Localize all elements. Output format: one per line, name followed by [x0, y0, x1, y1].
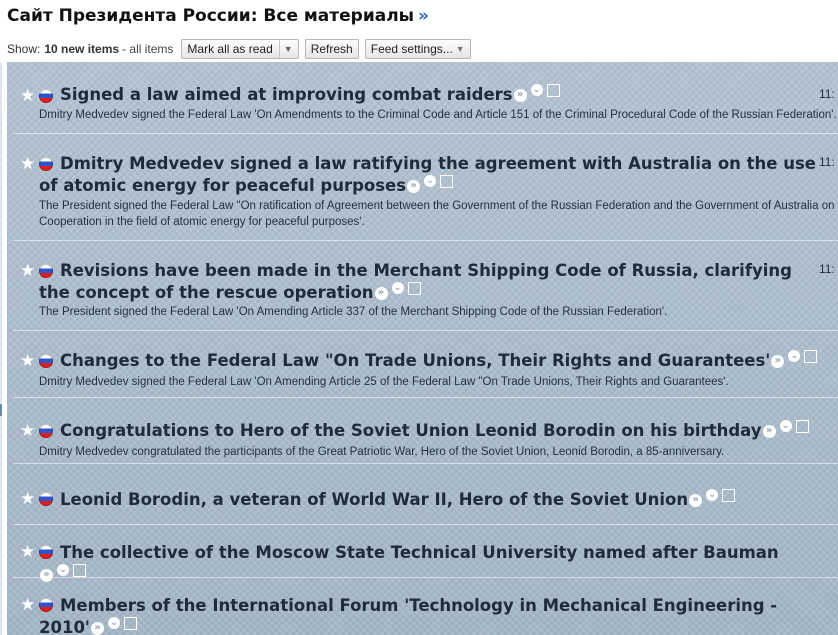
refresh-label: Refresh: [310, 42, 353, 56]
list-item[interactable]: ★ Dmitry Medvedev signed a law ratifying…: [7, 134, 838, 241]
item-time: 11:: [819, 87, 835, 101]
checkbox-icon[interactable]: [722, 489, 736, 502]
item-title-text[interactable]: Leonid Borodin, a veteran of World War I…: [60, 490, 688, 509]
item-snippet: Dmitry Medvedev congratulated the partic…: [39, 446, 725, 458]
mark-all-read-label: Mark all as read: [187, 42, 273, 56]
chevron-down-icon[interactable]: ⌄: [57, 564, 69, 576]
chevron-down-icon[interactable]: ⌄: [107, 617, 120, 629]
checkbox-icon[interactable]: [795, 420, 809, 433]
item-time: 11:: [819, 155, 835, 169]
show-label: Show:: [7, 42, 41, 56]
feed-settings-label: Feed settings...: [370, 42, 453, 56]
list-item[interactable]: ★ Changes to the Federal Law "On Trade U…: [7, 331, 838, 398]
new-items-filter[interactable]: 10 new items: [44, 42, 119, 56]
refresh-button[interactable]: Refresh: [304, 39, 359, 59]
more-icon[interactable]: »: [90, 622, 104, 635]
item-title[interactable]: Revisions have been made in the Merchant…: [39, 260, 819, 304]
item-title[interactable]: Changes to the Federal Law "On Trade Uni…: [39, 350, 819, 372]
list-item[interactable]: ★ Members of the International Forum 'Te…: [7, 578, 838, 635]
star-icon[interactable]: ★: [20, 490, 35, 507]
left-border: [0, 62, 2, 635]
star-icon[interactable]: ★: [20, 155, 35, 172]
item-snippet: Dmitry Medvedev signed the Federal Law '…: [39, 376, 729, 388]
more-icon[interactable]: »: [771, 355, 785, 368]
star-icon[interactable]: ★: [20, 596, 35, 613]
chevron-down-icon[interactable]: ⌄: [530, 84, 543, 96]
more-icon[interactable]: »: [513, 89, 527, 102]
chevron-down-icon[interactable]: ⌄: [779, 420, 792, 432]
item-snippet: Dmitry Medvedev signed the Federal Law '…: [39, 109, 837, 121]
item-title-text[interactable]: Members of the International Forum 'Tech…: [39, 596, 777, 635]
checkbox-icon[interactable]: [123, 617, 137, 630]
all-items-filter[interactable]: - all items: [122, 42, 173, 56]
scroll-marker: [0, 404, 2, 416]
chevron-down-icon[interactable]: ⌄: [391, 282, 404, 294]
item-title-text[interactable]: The collective of the Moscow State Techn…: [60, 543, 779, 562]
chevron-down-icon[interactable]: ⌄: [788, 350, 801, 362]
item-title[interactable]: Signed a law aimed at improving combat r…: [39, 84, 819, 106]
item-title[interactable]: Leonid Borodin, a veteran of World War I…: [39, 489, 819, 511]
star-icon[interactable]: ★: [20, 543, 35, 560]
feed-title: Сайт Президента России: Все материалы»: [7, 6, 429, 32]
feed-details-link[interactable]: »: [418, 6, 429, 26]
mark-all-read-button[interactable]: Mark all as read ▼: [181, 39, 299, 59]
feed-title-text: Сайт Президента России: Все материалы: [7, 6, 415, 26]
feed-toolbar: Show: 10 new items - all items Mark all …: [7, 38, 838, 60]
item-time: 11:: [819, 262, 835, 276]
more-icon[interactable]: »: [407, 180, 421, 193]
chevron-down-icon[interactable]: ⌄: [706, 489, 719, 501]
checkbox-icon[interactable]: [804, 350, 818, 363]
list-item[interactable]: ★ Revisions have been made in the Mercha…: [7, 241, 838, 331]
item-title[interactable]: Congratulations to Hero of the Soviet Un…: [39, 420, 819, 442]
star-icon[interactable]: ★: [20, 352, 35, 369]
feed-settings-button[interactable]: Feed settings... ▼: [364, 39, 471, 59]
chevron-down-icon[interactable]: ▼: [278, 40, 293, 58]
checkbox-icon[interactable]: [73, 564, 86, 577]
item-title-text[interactable]: Changes to the Federal Law "On Trade Uni…: [60, 351, 770, 370]
star-icon[interactable]: ★: [20, 422, 35, 439]
chevron-down-icon[interactable]: ⌄: [424, 175, 437, 187]
more-icon[interactable]: »: [374, 287, 388, 300]
item-snippet: The President signed the Federal Law 'On…: [39, 306, 668, 318]
item-snippet: The President signed the Federal Law "On…: [39, 200, 835, 228]
item-title[interactable]: Dmitry Medvedev signed a law ratifying t…: [39, 153, 819, 197]
list-item[interactable]: ★ The collective of the Moscow State Tec…: [7, 525, 838, 582]
list-item[interactable]: ★ Signed a law aimed at improving combat…: [7, 62, 838, 134]
list-item[interactable]: ★ Congratulations to Hero of the Soviet …: [7, 398, 838, 464]
more-icon[interactable]: »: [689, 494, 703, 507]
item-title[interactable]: Members of the International Forum 'Tech…: [39, 595, 819, 635]
checkbox-icon[interactable]: [440, 175, 454, 188]
list-item[interactable]: ★ Leonid Borodin, a veteran of World War…: [7, 464, 838, 525]
checkbox-icon[interactable]: [407, 282, 421, 295]
item-title-text[interactable]: Congratulations to Hero of the Soviet Un…: [60, 421, 762, 440]
star-icon[interactable]: ★: [20, 87, 35, 104]
item-title-text[interactable]: Signed a law aimed at improving combat r…: [60, 85, 513, 104]
more-icon[interactable]: »: [762, 425, 776, 438]
feed-list: ★ Signed a law aimed at improving combat…: [7, 62, 838, 635]
chevron-down-icon: ▼: [455, 44, 465, 54]
star-icon[interactable]: ★: [20, 262, 35, 279]
checkbox-icon[interactable]: [546, 84, 560, 97]
